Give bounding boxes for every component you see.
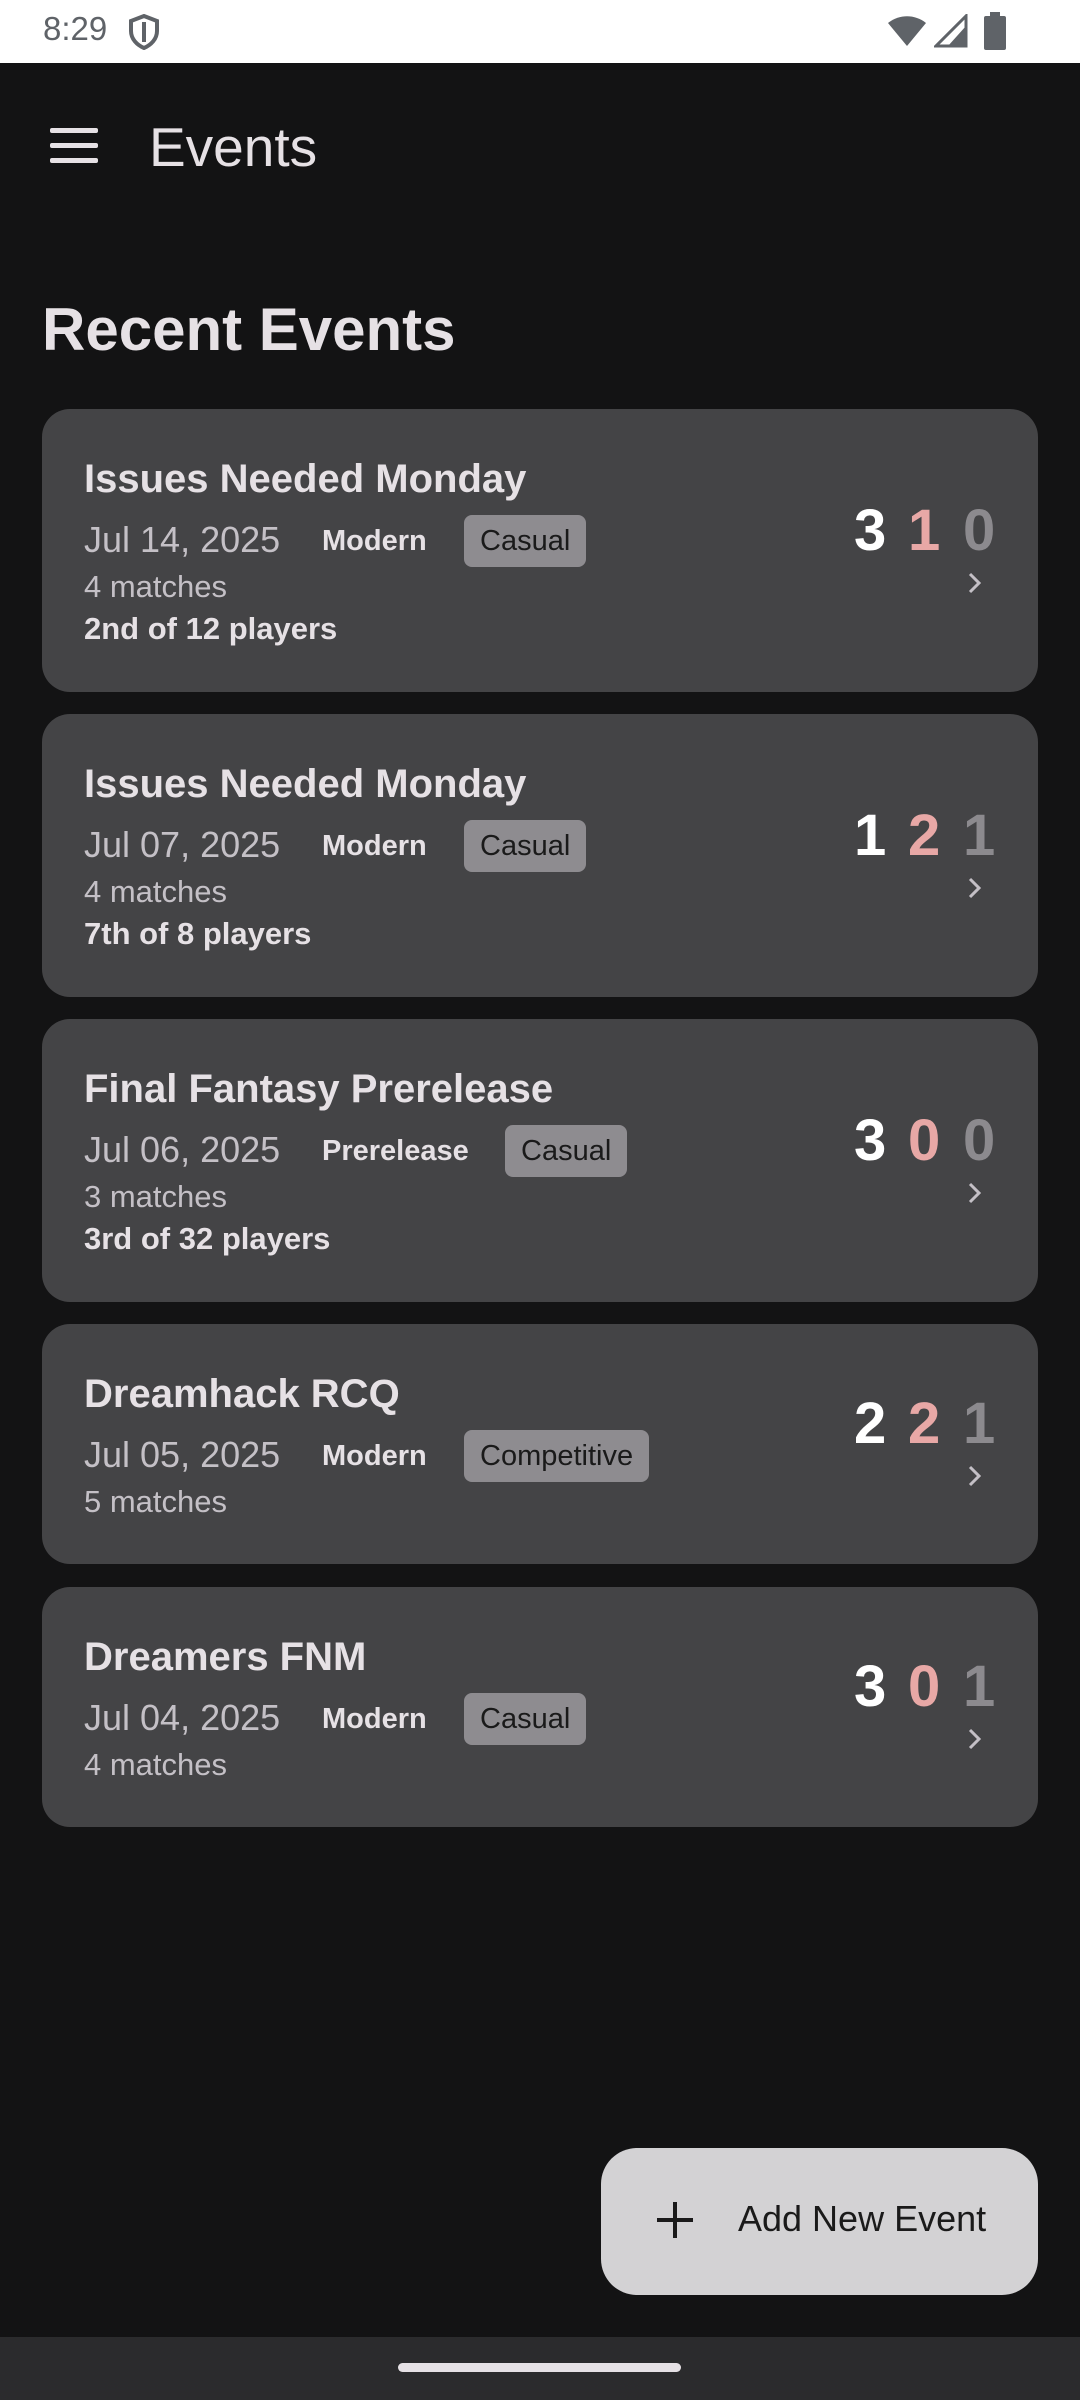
- status-time: 8:29: [43, 10, 108, 47]
- event-card[interactable]: Issues Needed Monday Jul 14, 2025 Modern…: [42, 409, 1038, 692]
- event-type-badge: Casual: [464, 1693, 587, 1745]
- event-card[interactable]: Dreamhack RCQ Jul 05, 2025 Modern Compet…: [42, 1324, 1038, 1564]
- event-type-badge: Casual: [464, 820, 587, 872]
- record-losses: 2: [908, 1391, 941, 1456]
- event-placement: 3rd of 32 players: [84, 1221, 331, 1256]
- event-format: Modern: [322, 1440, 427, 1472]
- record-draws: 1: [963, 1654, 996, 1719]
- page-title: Events: [149, 116, 318, 178]
- signal-icon: [934, 14, 968, 48]
- event-name: Issues Needed Monday: [84, 457, 527, 501]
- chevron-right-icon: [968, 1728, 982, 1750]
- event-type-badge: Casual: [464, 515, 587, 567]
- event-matches: 4 matches: [84, 1747, 228, 1782]
- event-type-badge: Casual: [505, 1125, 628, 1177]
- event-date: Jul 14, 2025: [84, 519, 281, 560]
- event-matches: 4 matches: [84, 569, 228, 604]
- event-matches: 4 matches: [84, 874, 228, 909]
- section-title: Recent Events: [42, 296, 456, 363]
- shield-icon: [129, 14, 159, 50]
- event-format: Modern: [322, 525, 427, 557]
- record-draws: 1: [963, 803, 996, 868]
- record-wins: 3: [854, 1108, 887, 1173]
- event-name: Final Fantasy Prerelease: [84, 1067, 554, 1111]
- record-draws: 0: [963, 1108, 996, 1173]
- battery-icon: [984, 12, 1006, 50]
- event-card[interactable]: Final Fantasy Prerelease Jul 06, 2025 Pr…: [42, 1019, 1038, 1302]
- record-losses: 0: [908, 1654, 941, 1719]
- event-date: Jul 06, 2025: [84, 1129, 281, 1170]
- chevron-right-icon: [968, 572, 982, 594]
- record-wins: 3: [854, 1654, 887, 1719]
- menu-icon[interactable]: [50, 128, 98, 166]
- record-wins: 2: [854, 1391, 887, 1456]
- record-wins: 1: [854, 803, 887, 868]
- event-format: Prerelease: [322, 1135, 469, 1167]
- event-card[interactable]: Dreamers FNM Jul 04, 2025 Modern Casual …: [42, 1587, 1038, 1827]
- record-losses: 0: [908, 1108, 941, 1173]
- chevron-right-icon: [968, 877, 982, 899]
- event-date: Jul 04, 2025: [84, 1697, 281, 1738]
- record-losses: 2: [908, 803, 941, 868]
- event-date: Jul 07, 2025: [84, 824, 281, 865]
- event-matches: 5 matches: [84, 1484, 228, 1519]
- record-draws: 1: [963, 1391, 996, 1456]
- plus-icon: [657, 2202, 693, 2238]
- event-type-badge: Competitive: [464, 1430, 650, 1482]
- event-name: Issues Needed Monday: [84, 762, 527, 806]
- event-placement: 7th of 8 players: [84, 916, 312, 951]
- event-name: Dreamhack RCQ: [84, 1372, 400, 1416]
- home-indicator[interactable]: [398, 2363, 681, 2372]
- event-matches: 3 matches: [84, 1179, 228, 1214]
- chevron-right-icon: [968, 1465, 982, 1487]
- event-format: Modern: [322, 830, 427, 862]
- event-card[interactable]: Issues Needed Monday Jul 07, 2025 Modern…: [42, 714, 1038, 997]
- record-draws: 0: [963, 498, 996, 563]
- event-format: Modern: [322, 1703, 427, 1735]
- event-name: Dreamers FNM: [84, 1635, 367, 1679]
- event-placement: 2nd of 12 players: [84, 611, 338, 646]
- record-wins: 3: [854, 498, 887, 563]
- add-event-button[interactable]: Add New Event: [601, 2148, 1038, 2295]
- event-date: Jul 05, 2025: [84, 1434, 281, 1475]
- record-losses: 1: [908, 498, 941, 563]
- wifi-icon: [888, 16, 926, 46]
- chevron-right-icon: [968, 1182, 982, 1204]
- add-event-label: Add New Event: [738, 2198, 987, 2239]
- status-bar: 8:29: [0, 0, 1080, 63]
